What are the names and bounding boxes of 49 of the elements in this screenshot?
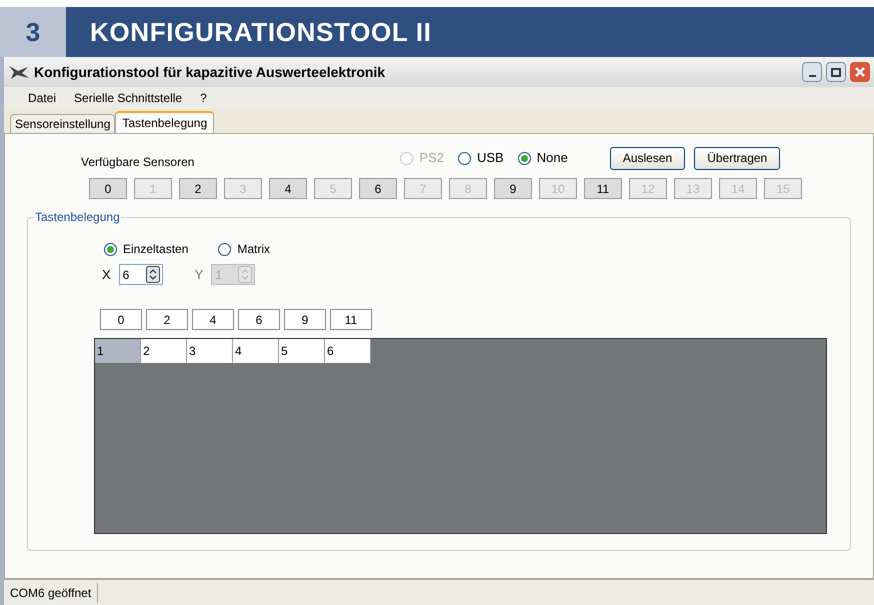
radio-button[interactable] <box>218 242 232 256</box>
menu-item[interactable]: Datei <box>28 89 56 107</box>
menu-item[interactable]: ? <box>200 89 207 107</box>
radio-label: Matrix <box>237 241 270 258</box>
group-title: Tastenbelegung <box>34 209 121 225</box>
spinner-label: X <box>102 266 111 284</box>
column-header: 9 <box>284 309 326 330</box>
close-icon[interactable] <box>854 66 866 78</box>
sensor-button[interactable]: 9 <box>494 178 532 199</box>
menu-item[interactable]: Serielle Schnittstelle <box>74 89 182 107</box>
sensor-button[interactable]: 11 <box>584 178 622 199</box>
radio-label: USB <box>477 149 504 168</box>
section-title: KONFIGURATIONSTOOL II <box>66 7 874 57</box>
grid-cell[interactable]: 5 <box>279 339 325 363</box>
sensor-button[interactable]: 6 <box>359 178 397 199</box>
status-text: COM6 geöffnet <box>4 582 98 602</box>
grid-cell[interactable]: 3 <box>187 339 233 363</box>
spinner-label: Y <box>194 266 204 284</box>
radio-label: None <box>536 149 568 168</box>
column-header: 6 <box>238 309 280 330</box>
action-button[interactable]: Übertragen <box>694 146 780 170</box>
sensor-button[interactable]: 0 <box>89 178 127 199</box>
grid-cell[interactable]: 4 <box>233 339 279 363</box>
radio-button[interactable] <box>518 152 531 164</box>
grid-cell[interactable]: 2 <box>141 339 187 363</box>
column-header: 0 <box>100 309 142 330</box>
section-number: 3 <box>0 7 66 57</box>
radio-label: Einzeltasten <box>123 241 188 258</box>
close-button[interactable] <box>850 62 870 82</box>
tab[interactable]: Tastenbelegung <box>115 111 214 133</box>
minimize-button[interactable] <box>802 62 822 82</box>
number-spinner[interactable]: 6 <box>118 264 163 285</box>
action-button[interactable]: Auslesen <box>610 146 686 170</box>
column-header: 11 <box>330 309 372 330</box>
sensor-button[interactable]: 4 <box>269 178 307 199</box>
column-header: 2 <box>146 309 188 330</box>
tab[interactable]: Sensoreinstellung <box>10 114 116 133</box>
radio-label: PS2 <box>419 149 444 168</box>
radio-button[interactable] <box>458 152 471 164</box>
sensor-button[interactable]: 2 <box>179 178 217 199</box>
window-title: Konfigurationstool für kapazitive Auswerteelektronik <box>34 62 386 82</box>
radio-button[interactable] <box>104 242 117 256</box>
spin-arrows-icon[interactable] <box>146 266 160 283</box>
section-label: Verfügbare Sensoren <box>81 154 194 171</box>
column-header: 4 <box>192 309 234 330</box>
maximize-button[interactable] <box>826 62 846 82</box>
grid-cell[interactable]: 1 <box>95 339 141 363</box>
grid-cell[interactable]: 6 <box>325 339 371 363</box>
app-icon <box>8 64 30 80</box>
